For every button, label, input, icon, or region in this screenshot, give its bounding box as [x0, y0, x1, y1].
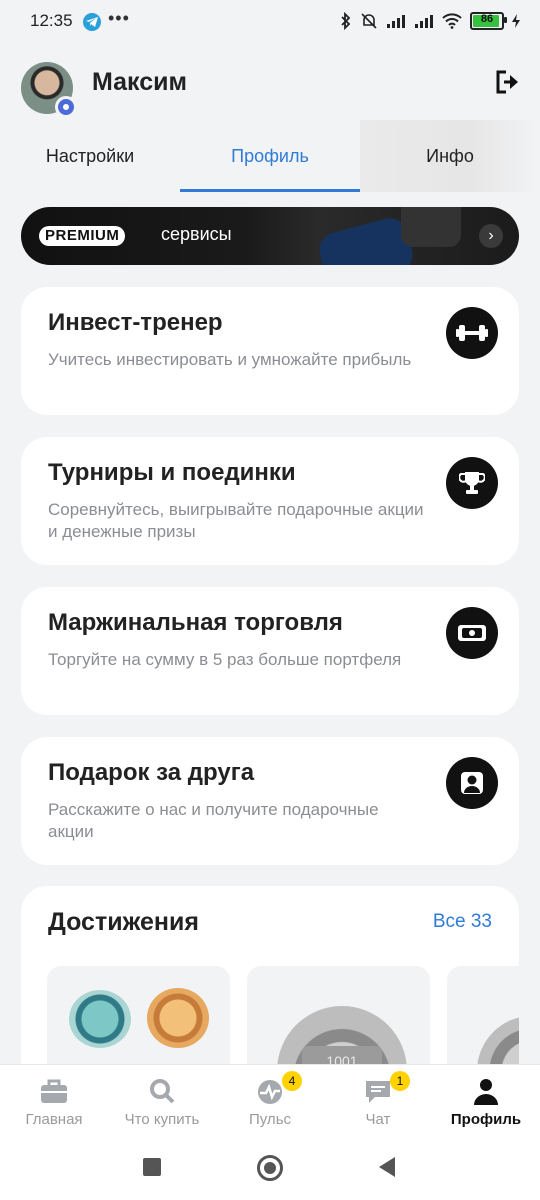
bell-muted-icon	[361, 13, 377, 29]
card-tournaments[interactable]: Турниры и поединки Соревнуйтесь, выигрыв…	[21, 437, 519, 565]
signal-icon-1	[387, 15, 405, 28]
card-invest-trainer[interactable]: Инвест-тренер Учитесь инвестировать и ум…	[21, 287, 519, 415]
status-time: 12:35	[30, 11, 73, 30]
bottom-navigation: Главная Что купить 4 Пульс 1 Чат Профиль	[0, 1064, 540, 1139]
nav-label: Чат	[365, 1111, 391, 1128]
chat-icon	[366, 1081, 390, 1103]
tab-settings[interactable]: Настройки	[0, 120, 180, 192]
tab-info[interactable]: Инфо	[360, 120, 540, 192]
wifi-icon	[442, 13, 462, 29]
nav-chat[interactable]: 1 Чат	[324, 1065, 432, 1139]
card-description: Учитесь инвестировать и умножайте прибыл…	[48, 350, 412, 369]
card-description: Расскажите о нас и получите подарочные а…	[48, 800, 379, 841]
premium-services-banner[interactable]: PREMIUM сервисы ›	[21, 207, 519, 265]
avatar[interactable]	[21, 62, 77, 118]
nav-label: Что купить	[124, 1111, 200, 1128]
recents-button[interactable]	[143, 1158, 161, 1176]
logout-icon[interactable]	[494, 68, 522, 96]
achievements-title: Достижения	[48, 908, 199, 936]
status-bar: 12:35 ••• 86	[0, 0, 540, 46]
nav-profile[interactable]: Профиль	[432, 1065, 540, 1139]
tab-profile[interactable]: Профиль	[180, 120, 360, 192]
premium-label: сервисы	[161, 224, 232, 244]
more-notifications-icon: •••	[108, 8, 130, 28]
avatar-badge-icon	[55, 96, 77, 118]
nav-label: Главная	[25, 1111, 83, 1128]
chevron-right-icon: ›	[479, 224, 503, 248]
profile-header: Максим	[0, 46, 540, 126]
home-button[interactable]	[257, 1155, 283, 1181]
nav-home[interactable]: Главная	[0, 1065, 108, 1139]
banknote-icon	[446, 607, 498, 659]
nav-pulse[interactable]: 4 Пульс	[216, 1065, 324, 1139]
system-indicators: 86	[340, 12, 520, 30]
nav-label: Профиль	[450, 1111, 522, 1128]
profile-tabs: Настройки Профиль Инфо	[0, 120, 540, 192]
card-description: Соревнуйтесь, выигрывайте подарочные акц…	[48, 500, 424, 541]
bluetooth-icon	[341, 12, 351, 30]
achievement-medal-icon	[69, 990, 131, 1048]
card-title: Инвест-тренер	[48, 309, 223, 336]
achievements-all-link[interactable]: Все 33	[433, 911, 492, 933]
battery-level: 86	[480, 13, 494, 25]
nav-label: Пульс	[248, 1111, 292, 1128]
briefcase-icon	[41, 1079, 67, 1103]
charging-icon	[512, 14, 520, 28]
nav-badge: 4	[282, 1071, 302, 1091]
nav-badge: 1	[390, 1071, 410, 1091]
card-margin-trading[interactable]: Маржинальная торговля Торгуйте на сумму …	[21, 587, 519, 715]
achievement-medal-icon	[147, 988, 209, 1048]
trophy-icon	[446, 457, 498, 509]
signal-icon-2	[415, 15, 433, 28]
user-name: Максим	[92, 68, 187, 96]
achievements-section: Достижения Все 33 1001	[21, 886, 519, 1086]
battery-icon: 86	[470, 12, 507, 30]
telegram-icon	[83, 13, 101, 31]
banner-decoration	[401, 207, 461, 247]
profile-icon	[474, 1079, 498, 1105]
person-icon	[446, 757, 498, 809]
card-description: Торгуйте на сумму в 5 раз больше портфел…	[48, 650, 402, 669]
search-icon	[150, 1079, 175, 1104]
dumbbell-icon	[446, 307, 498, 359]
card-title: Маржинальная торговля	[48, 609, 343, 636]
back-button[interactable]	[379, 1157, 395, 1177]
premium-badge: PREMIUM	[39, 226, 126, 246]
card-refer-friend[interactable]: Подарок за друга Расскажите о нас и полу…	[21, 737, 519, 865]
pulse-icon	[258, 1080, 282, 1104]
system-navigation-bar	[0, 1138, 540, 1200]
nav-what-to-buy[interactable]: Что купить	[108, 1065, 216, 1139]
card-title: Подарок за друга	[48, 759, 255, 786]
card-title: Турниры и поединки	[48, 459, 296, 486]
